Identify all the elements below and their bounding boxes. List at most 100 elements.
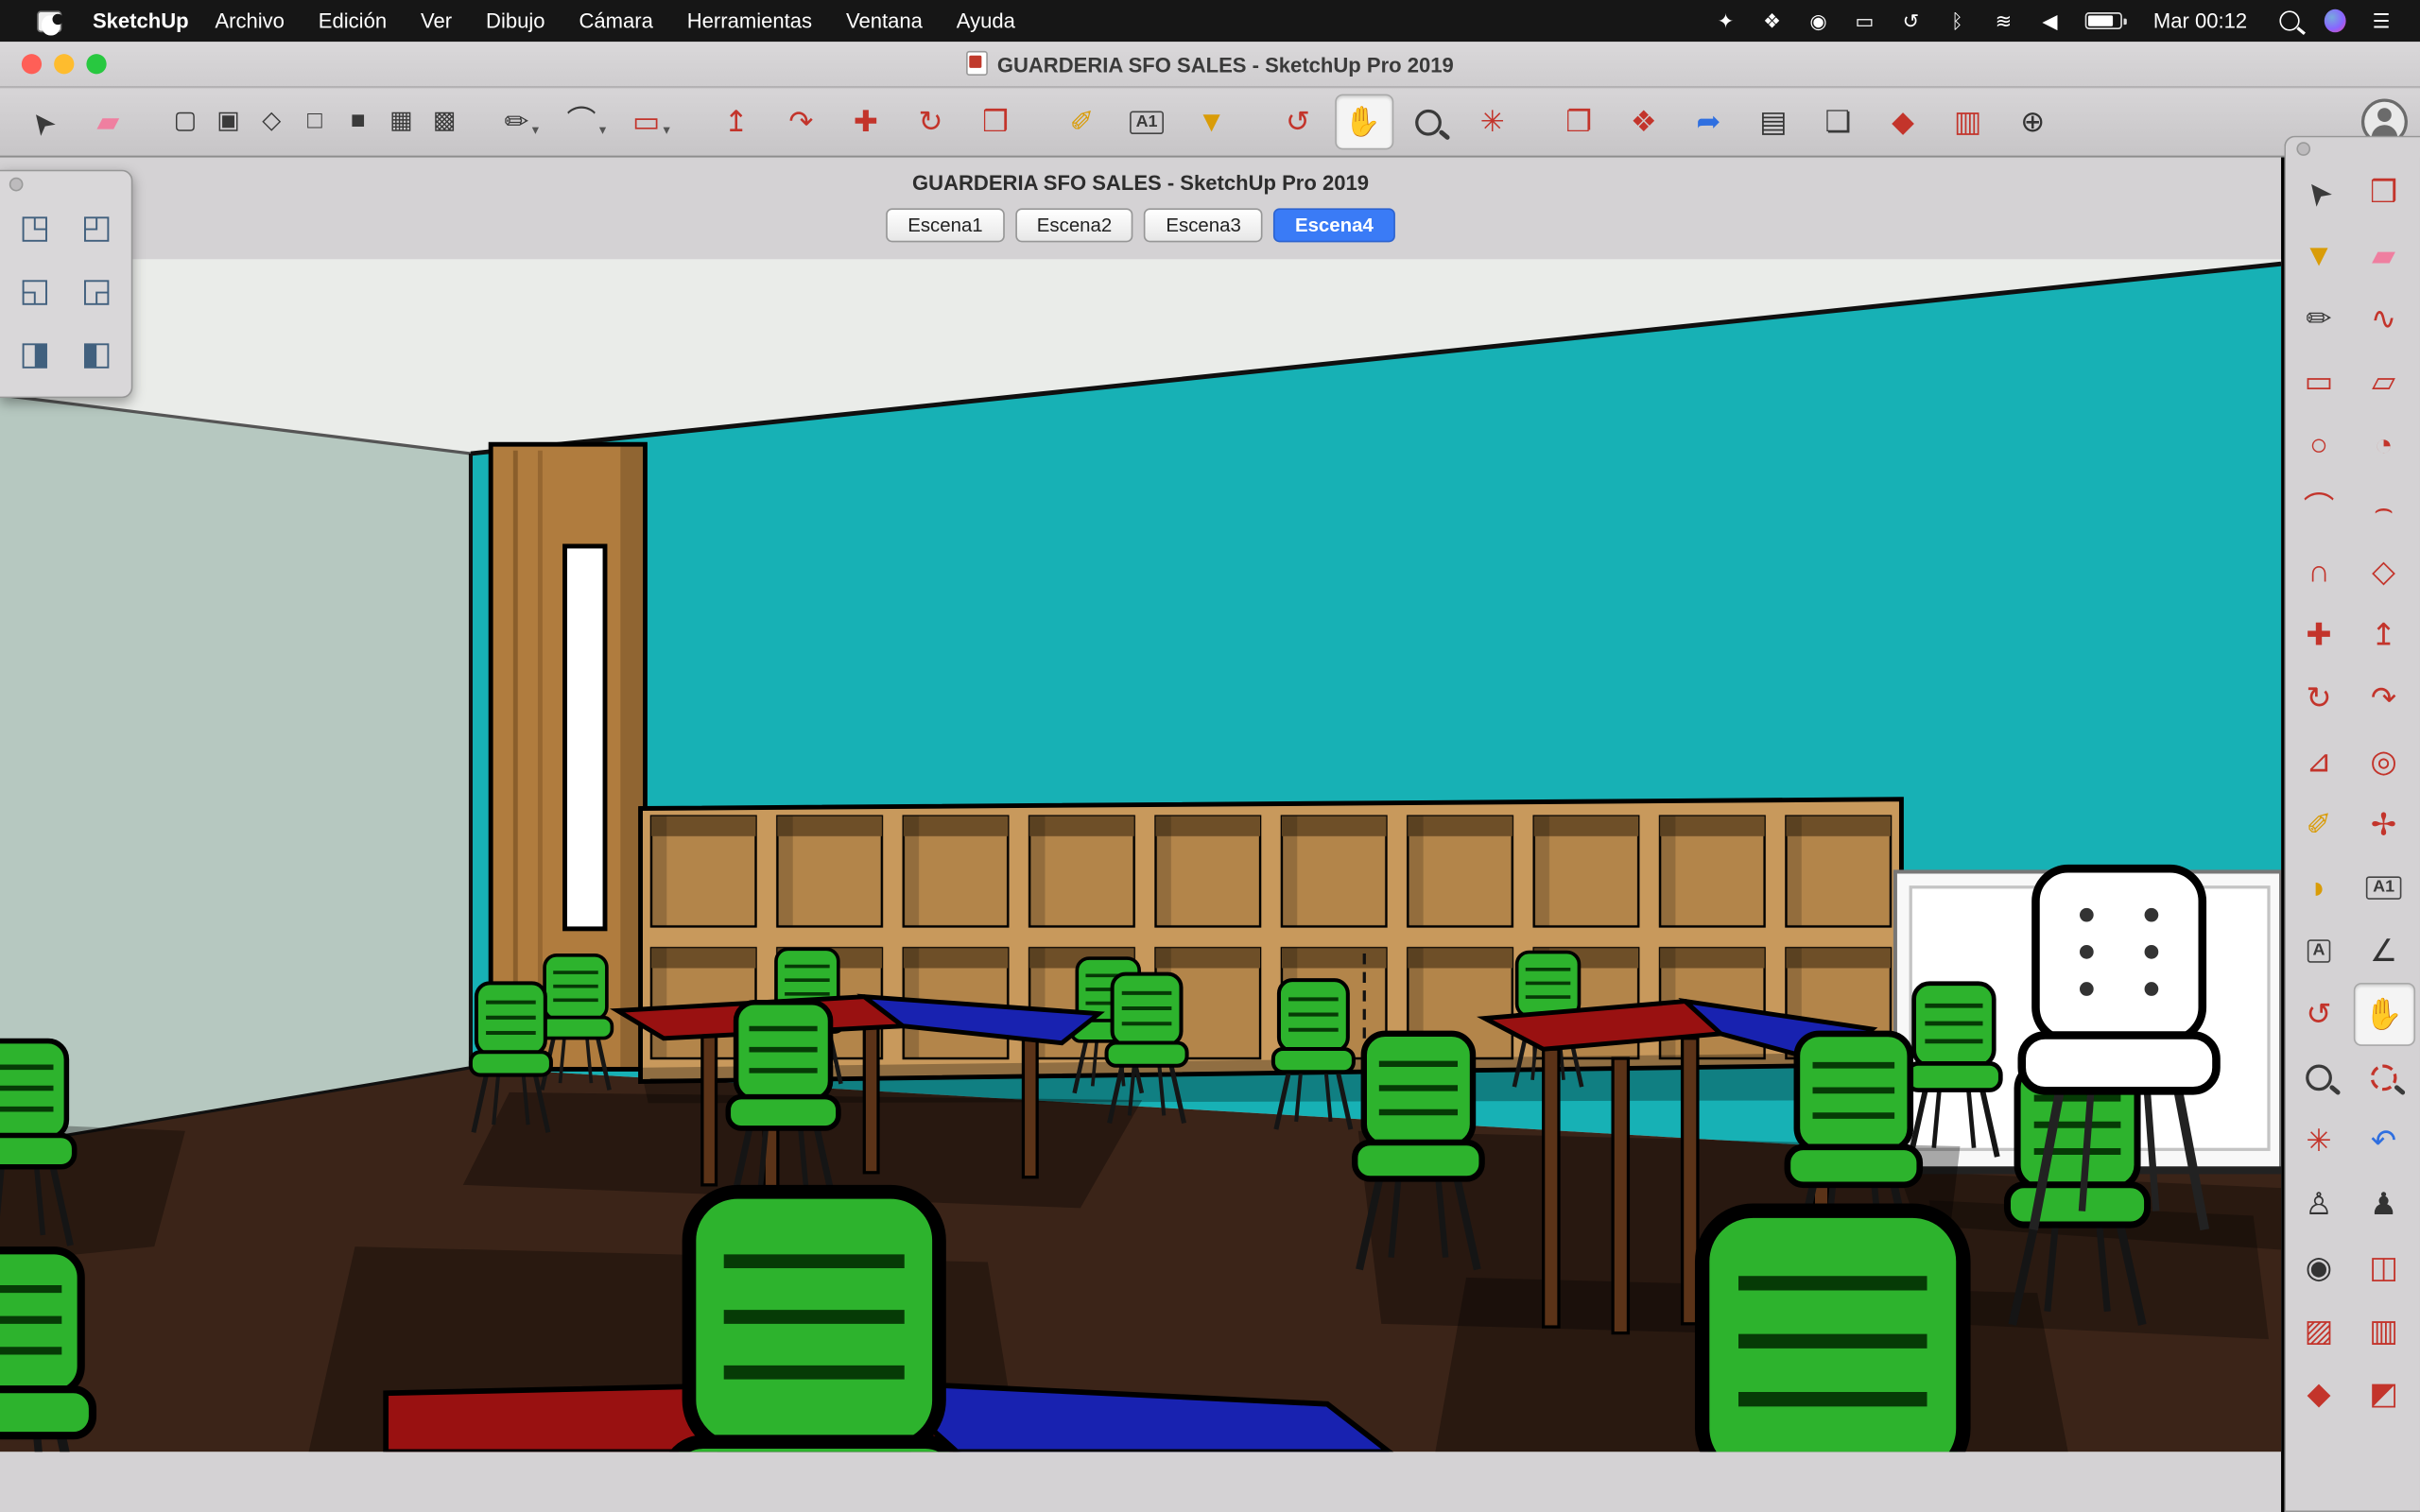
minimize-window-button[interactable]	[54, 54, 74, 74]
tab-escena1[interactable]: Escena1	[886, 208, 1004, 242]
style-hidden-line-button[interactable]: □	[296, 94, 336, 150]
notification-list-icon[interactable]: ☰	[2361, 6, 2401, 37]
select-tool[interactable]: ➤	[2288, 161, 2349, 224]
freehand-tool[interactable]: ∿	[2353, 287, 2414, 351]
rotate-tool[interactable]: ↻	[903, 94, 961, 150]
orbit-tool[interactable]: ↺	[1270, 94, 1329, 150]
rotate-tool[interactable]: ↻	[2288, 666, 2349, 730]
rotated-rectangle-tool[interactable]: ▱	[2353, 351, 2414, 414]
menu-ver[interactable]: Ver	[404, 9, 469, 32]
menu-ayuda[interactable]: Ayuda	[940, 9, 1032, 32]
bluetooth-icon[interactable]: ᛒ	[1937, 6, 1977, 37]
shadows-tool[interactable]: ◩	[2353, 1363, 2414, 1426]
wifi-icon[interactable]: ≋	[1983, 6, 2023, 37]
style-back-edges-button[interactable]: ▣	[210, 94, 250, 150]
photos-icon[interactable]: ❖	[1752, 6, 1791, 37]
tab-escena3[interactable]: Escena3	[1145, 208, 1263, 242]
two-point-arc-tool[interactable]: ⌢	[2353, 476, 2414, 540]
scale-tool[interactable]: ⊿	[2288, 730, 2349, 793]
add-location-button[interactable]: ⊕	[2005, 94, 2064, 150]
follow-me-tool[interactable]: ↷	[773, 94, 832, 150]
network-icon[interactable]: ◉	[1798, 6, 1838, 37]
view-front-button[interactable]: ◱	[4, 259, 65, 322]
zoom-tool[interactable]	[2288, 1046, 2349, 1109]
time-machine-icon[interactable]: ↺	[1891, 6, 1930, 37]
classroom-3d-model[interactable]	[0, 259, 2281, 1452]
move-tool[interactable]: ✚	[838, 94, 897, 150]
menu-herramientas[interactable]: Herramientas	[670, 9, 829, 32]
zoom-extents-tool[interactable]: ✳	[2288, 1109, 2349, 1173]
view-top-button[interactable]: ◰	[65, 196, 127, 259]
circle-tool[interactable]: ○	[2288, 414, 2349, 477]
tab-escena4[interactable]: Escena4	[1273, 208, 1395, 242]
zoom-window-button[interactable]	[86, 54, 106, 74]
eraser-tool[interactable]: ▰	[2353, 224, 2414, 287]
menu-camara[interactable]: Cámara	[562, 9, 669, 32]
make-component-tool[interactable]: ❒	[2353, 161, 2414, 224]
rectangle-tool[interactable]: ▭	[2288, 351, 2349, 414]
apple-menu-icon[interactable]	[37, 10, 61, 32]
dimension-tool[interactable]: A1	[1119, 94, 1178, 150]
shapes-tool[interactable]: ▭▾	[622, 94, 681, 150]
line-tool[interactable]: ✏	[2288, 287, 2349, 351]
pan-tool[interactable]: ✋	[2353, 983, 2414, 1046]
move-tool[interactable]: ✚	[2288, 603, 2349, 666]
tab-escena2[interactable]: Escena2	[1015, 208, 1133, 242]
section-plane-tool[interactable]: ◫	[2353, 1236, 2414, 1299]
style-shaded-button[interactable]: ■	[339, 94, 379, 150]
share-model-button[interactable]: ➦	[1681, 94, 1739, 150]
arc-tool[interactable]: ⌒▾	[557, 94, 615, 150]
view-iso-button[interactable]: ◳	[4, 196, 65, 259]
dimension-tool[interactable]: ∠	[2353, 919, 2414, 983]
axes-tool[interactable]: ✢	[2353, 793, 2414, 856]
model-info-button[interactable]: ▤	[1746, 94, 1805, 150]
select-tool[interactable]: ➤	[15, 94, 74, 150]
eraser-tool[interactable]: ▰	[80, 94, 139, 150]
style-shaded-textures-button[interactable]: ▦	[383, 94, 423, 150]
toolset-close-button[interactable]	[2296, 142, 2310, 156]
polygon-tool[interactable]: ◇	[2353, 540, 2414, 603]
offset-tool[interactable]: ◎	[2353, 730, 2414, 793]
palette-close-button[interactable]	[9, 177, 24, 191]
section-cut-tool[interactable]: ▥	[2353, 1299, 2414, 1363]
paint-bucket-tool[interactable]: ▼	[1184, 94, 1242, 150]
display-icon[interactable]: ▭	[1844, 6, 1884, 37]
materials-window-button[interactable]: ◆	[1876, 94, 1934, 150]
style-wireframe-button[interactable]: ◇	[253, 94, 293, 150]
menu-edicion[interactable]: Edición	[302, 9, 404, 32]
look-around-tool[interactable]: ◉	[2288, 1236, 2349, 1299]
view-right-button[interactable]: ◲	[65, 259, 127, 322]
close-window-button[interactable]	[22, 54, 42, 74]
paint-bucket-tool[interactable]: ▼	[2288, 224, 2349, 287]
3d-text-tool[interactable]: A	[2288, 919, 2349, 983]
pan-tool[interactable]: ✋	[1335, 94, 1393, 150]
push-pull-tool[interactable]: ↥	[708, 94, 767, 150]
orbit-tool[interactable]: ↺	[2288, 983, 2349, 1046]
zoom-window-tool[interactable]	[2353, 1046, 2414, 1109]
follow-me-tool[interactable]: ↷	[2353, 666, 2414, 730]
siri-icon[interactable]	[2315, 6, 2355, 37]
styles-tool[interactable]: ◆	[2288, 1363, 2349, 1426]
arc-tool[interactable]: ⌒	[2288, 476, 2349, 540]
tape-measure-tool[interactable]: ✐	[2288, 793, 2349, 856]
volume-icon[interactable]: ◀	[2030, 6, 2069, 37]
view-back-button[interactable]: ◨	[4, 322, 65, 386]
make-component-tool[interactable]: ❒	[968, 94, 1027, 150]
viewport-3d-scene[interactable]	[0, 259, 2281, 1452]
view-left-button[interactable]: ◧	[65, 322, 127, 386]
tape-measure-tool[interactable]: ✐	[1054, 94, 1113, 150]
position-camera-tool[interactable]: ♙	[2288, 1173, 2349, 1236]
menu-ventana[interactable]: Ventana	[829, 9, 940, 32]
menu-dibujo[interactable]: Dibujo	[469, 9, 562, 32]
zoom-extents-tool[interactable]: ✳	[1464, 94, 1523, 150]
style-xray-button[interactable]: ▢	[166, 94, 206, 150]
pie-tool[interactable]: ◔	[2353, 414, 2414, 477]
walk-tool[interactable]: ♟	[2353, 1173, 2414, 1236]
battery-icon[interactable]	[2085, 12, 2122, 29]
components-window-button[interactable]: ❏	[1810, 94, 1869, 150]
line-tool[interactable]: ✏▾	[493, 94, 551, 150]
scenes-window-button[interactable]: ❐	[1551, 94, 1610, 150]
push-pull-tool[interactable]: ↥	[2353, 603, 2414, 666]
zoom-tool[interactable]	[1400, 94, 1459, 150]
dropbox-icon[interactable]: ✦	[1705, 6, 1745, 37]
